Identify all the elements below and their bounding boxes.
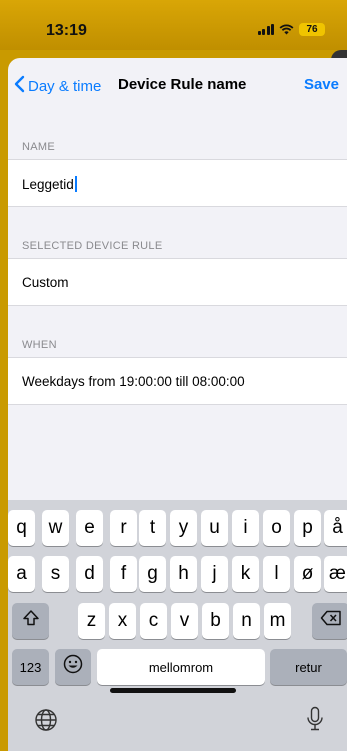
key-l[interactable]: l (263, 556, 290, 592)
key-w[interactable]: w (42, 510, 69, 546)
battery-icon: 76 (299, 23, 325, 36)
key-u[interactable]: u (201, 510, 228, 546)
key-c[interactable]: c (140, 603, 167, 639)
shift-icon (22, 609, 40, 633)
keyboard: q w e r t y u i o p å a s d f g h j k l … (8, 500, 347, 751)
numbers-key[interactable]: 123 (12, 649, 49, 685)
key-k[interactable]: k (232, 556, 259, 592)
name-field[interactable]: Leggetid (8, 159, 347, 207)
key-n[interactable]: n (233, 603, 260, 639)
key-q[interactable]: q (8, 510, 35, 546)
back-button[interactable]: Day & time (14, 75, 101, 97)
key-f[interactable]: f (110, 556, 137, 592)
dictation-button[interactable] (306, 706, 324, 737)
text-cursor (74, 176, 77, 192)
wifi-icon (279, 24, 294, 35)
key-j[interactable]: j (201, 556, 228, 592)
return-key[interactable]: retur (270, 649, 347, 685)
section-header-when: WHEN (22, 339, 57, 351)
chevron-left-icon (14, 75, 25, 97)
key-e[interactable]: e (76, 510, 103, 546)
shift-key[interactable] (12, 603, 49, 639)
key-p[interactable]: p (294, 510, 321, 546)
device-rule-row[interactable]: Custom (8, 258, 347, 306)
key-y[interactable]: y (170, 510, 197, 546)
name-field-value: Leggetid (22, 176, 77, 192)
navigation-bar: Day & time Device Rule name Save (8, 58, 347, 114)
schedule-row[interactable]: Weekdays from 19:00:00 till 08:00:00 (8, 357, 347, 405)
key-o[interactable]: o (263, 510, 290, 546)
schedule-value: Weekdays from 19:00:00 till 08:00:00 (22, 374, 245, 389)
back-button-label: Day & time (28, 77, 102, 95)
device-rule-value: Custom (22, 275, 69, 290)
globe-icon (34, 709, 58, 736)
page-title: Device Rule name (118, 76, 247, 93)
key-aa[interactable]: å (324, 510, 347, 546)
status-time: 13:19 (46, 22, 87, 39)
key-a[interactable]: a (8, 556, 35, 592)
key-r[interactable]: r (110, 510, 137, 546)
cellular-signal-icon (257, 24, 274, 35)
microphone-icon (306, 706, 324, 736)
key-oe[interactable]: ø (294, 556, 321, 592)
space-key[interactable]: mellomrom (97, 649, 265, 685)
key-v[interactable]: v (171, 603, 198, 639)
status-indicators: 76 (257, 23, 325, 36)
status-bar: 13:19 76 (0, 0, 347, 50)
key-i[interactable]: i (232, 510, 259, 546)
save-button[interactable]: Save (304, 76, 339, 93)
emoji-key[interactable] (55, 649, 91, 685)
home-indicator[interactable] (110, 688, 236, 693)
delete-icon (320, 610, 342, 632)
emoji-icon (63, 654, 83, 680)
key-z[interactable]: z (78, 603, 105, 639)
key-s[interactable]: s (42, 556, 69, 592)
delete-key[interactable] (312, 603, 347, 639)
key-m[interactable]: m (264, 603, 291, 639)
key-t[interactable]: t (139, 510, 166, 546)
modal-sheet: Day & time Device Rule name Save NAME Le… (8, 58, 347, 751)
globe-button[interactable] (34, 708, 58, 737)
section-header-device-rule: SELECTED DEVICE RULE (22, 240, 163, 252)
key-ae[interactable]: æ (324, 556, 347, 592)
section-header-name: NAME (22, 141, 55, 153)
key-h[interactable]: h (170, 556, 197, 592)
key-b[interactable]: b (202, 603, 229, 639)
key-g[interactable]: g (139, 556, 166, 592)
key-d[interactable]: d (76, 556, 103, 592)
key-x[interactable]: x (109, 603, 136, 639)
